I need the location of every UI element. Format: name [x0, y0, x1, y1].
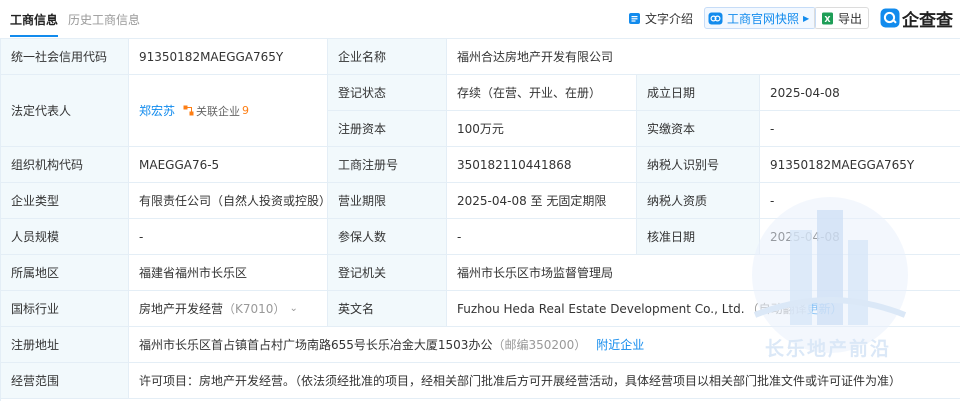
- scope-value: 许可项目：房地产开发经营。（依法须经批准的项目，经相关部门批准后方可开展经营活动…: [129, 363, 960, 399]
- company-name-label: 企业名称: [328, 39, 447, 75]
- legal-rep-cell: 郑宏苏 关联企业 9: [129, 75, 328, 147]
- tab-history-business-info[interactable]: 历史工商信息: [68, 11, 140, 28]
- found-date-value: 2025-04-08: [760, 75, 960, 111]
- auto-translate-note: （自动翻译: [746, 302, 807, 316]
- insured-label: 参保人数: [328, 219, 447, 255]
- official-snapshot-button[interactable]: 工商官网快照 ▶: [704, 7, 817, 29]
- biz-term-value: 2025-04-08 至 无固定期限: [447, 183, 637, 219]
- reg-status-label: 登记状态: [328, 75, 447, 111]
- taxpayer-id-label: 纳税人识别号: [637, 147, 760, 183]
- official-site-icon: [708, 12, 723, 24]
- paid-capital-value: -: [760, 111, 960, 147]
- company-type-label: 企业类型: [1, 183, 129, 219]
- industry-cell[interactable]: 房地产开发经营 （K7010） ⌄: [129, 291, 328, 327]
- postcode-value: （邮编350200）: [492, 338, 587, 352]
- excel-export-icon: X: [822, 12, 833, 24]
- company-name-value: 福州合达房地产开发有限公司: [447, 39, 960, 75]
- tab-business-info[interactable]: 工商信息: [10, 11, 59, 37]
- taxpayer-qual-label: 纳税人资质: [637, 183, 760, 219]
- legal-rep-label: 法定代表人: [1, 75, 129, 147]
- company-type-value: 有限责任公司（自然人投资或控股）: [129, 183, 328, 219]
- document-list-icon: [629, 12, 640, 24]
- english-name-cell: Fuzhou Heda Real Estate Development Co.,…: [447, 291, 960, 327]
- related-count: 9: [242, 104, 250, 117]
- region-value: 福建省福州市长乐区: [129, 255, 328, 291]
- official-snapshot-label: 工商官网快照: [727, 11, 800, 26]
- related-companies-chip[interactable]: 关联企业 9: [183, 103, 249, 119]
- industry-code: （K7010）: [223, 302, 286, 316]
- authority-label: 登记机关: [328, 255, 447, 291]
- org-code-value: MAEGGA76-5: [129, 147, 328, 183]
- reg-status-value: 存续（在营、开业、在册）: [447, 75, 637, 111]
- address-label: 注册地址: [1, 327, 129, 363]
- taxpayer-qual-value: -: [760, 183, 960, 219]
- authority-value: 福州市长乐区市场监督管理局: [447, 255, 960, 291]
- export-label: 导出: [838, 11, 863, 26]
- address-value: 福州市长乐区首占镇首占村广场南路655号长乐冶金大厦1503办公: [139, 338, 493, 352]
- taxpayer-id-value: 91350182MAEGGA765Y: [760, 147, 960, 183]
- staff-size-value: -: [129, 219, 328, 255]
- english-name-label: 英文名: [328, 291, 447, 327]
- approve-date-label: 核准日期: [637, 219, 760, 255]
- legal-rep-link[interactable]: 郑宏苏: [139, 102, 175, 119]
- related-label: 关联企业: [196, 104, 241, 118]
- insured-value: -: [447, 219, 637, 255]
- approve-date-value: 2025-04-08: [760, 219, 960, 255]
- arrow-right-icon: ▶: [803, 13, 810, 23]
- text-intro-button[interactable]: 文字介绍: [628, 8, 693, 28]
- reg-capital-value: 100万元: [447, 111, 637, 147]
- industry-value: 房地产开发经营: [139, 302, 224, 316]
- address-cell: 福州市长乐区首占镇首占村广场南路655号长乐冶金大厦1503办公 （邮编3502…: [129, 327, 960, 363]
- english-name-value: Fuzhou Heda Real Estate Development Co.,…: [457, 301, 745, 316]
- top-bar: 工商信息 历史工商信息 文字介绍 工商官网快照 ▶ X 导出 企查查: [0, 0, 960, 38]
- svg-text:X: X: [824, 14, 831, 23]
- export-button[interactable]: X 导出: [814, 7, 870, 29]
- found-date-label: 成立日期: [637, 75, 760, 111]
- biz-term-label: 营业期限: [328, 183, 447, 219]
- business-info-table: 统一社会信用代码 91350182MAEGGA765Y 企业名称 福州合达房地产…: [0, 38, 960, 401]
- credit-code-label: 统一社会信用代码: [1, 39, 129, 75]
- related-company-icon: [183, 105, 194, 116]
- industry-label: 国标行业: [1, 291, 129, 327]
- text-intro-label: 文字介绍: [645, 11, 694, 26]
- org-code-label: 组织机构代码: [1, 147, 129, 183]
- qcc-logo-icon: [880, 8, 900, 28]
- credit-code-value: 91350182MAEGGA765Y: [129, 39, 328, 75]
- reg-no-label: 工商注册号: [328, 147, 447, 183]
- staff-size-label: 人员规模: [1, 219, 129, 255]
- nearby-companies-link[interactable]: 附近企业: [596, 336, 644, 353]
- reg-capital-label: 注册资本: [328, 111, 447, 147]
- chevron-down-icon[interactable]: ⌄: [289, 303, 297, 314]
- paid-capital-label: 实缴资本: [637, 111, 760, 147]
- scope-label: 经营范围: [1, 363, 129, 399]
- region-label: 所属地区: [1, 255, 129, 291]
- qcc-logo-text: 企查查: [902, 10, 953, 31]
- update-link[interactable]: 更新）: [807, 300, 843, 317]
- qcc-logo[interactable]: 企查查: [880, 6, 953, 31]
- reg-no-value: 350182110441868: [447, 147, 637, 183]
